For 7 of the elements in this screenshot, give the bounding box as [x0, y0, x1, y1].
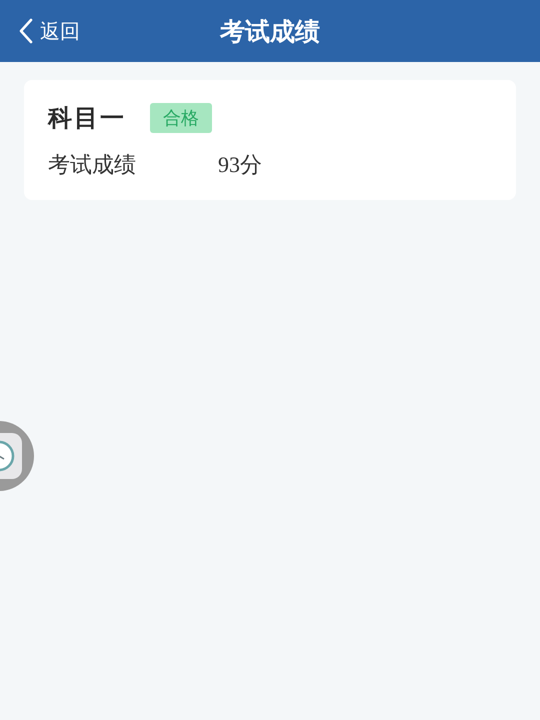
score-label: 考试成绩	[48, 151, 137, 179]
subject-name: 科目一	[48, 105, 126, 134]
status-badge: 合格	[150, 103, 212, 133]
score-value: 93分	[218, 151, 262, 179]
back-icon	[18, 18, 34, 44]
back-button[interactable]: 返回	[14, 0, 84, 62]
page-title: 考试成绩	[220, 18, 320, 48]
